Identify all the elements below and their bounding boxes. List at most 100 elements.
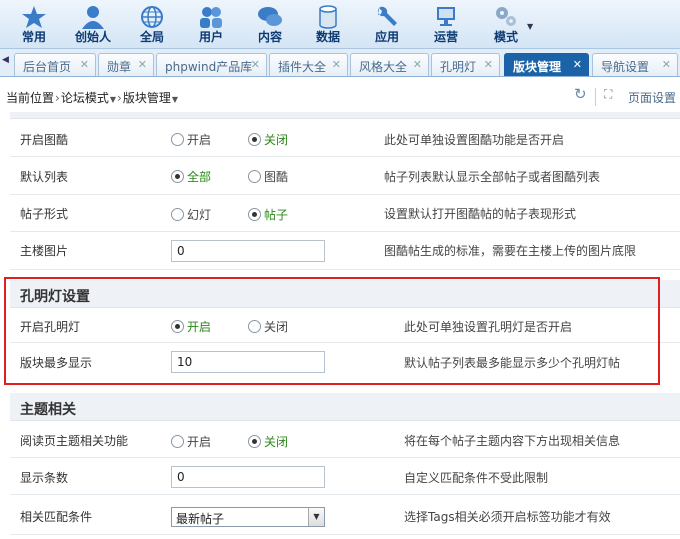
close-icon[interactable]: ✕ (332, 58, 341, 71)
tab-forum-management[interactable]: 版块管理 ✕ (504, 53, 589, 76)
chevron-down-icon[interactable]: ▼ (308, 508, 324, 526)
row-description: 将在每个帖子主题内容下方出现相关信息 (404, 434, 621, 448)
tab-label: phpwind产品库 (165, 60, 253, 74)
close-icon[interactable]: ✕ (662, 58, 671, 71)
nav-users[interactable]: 用户 (185, 3, 237, 47)
radio-dot (248, 170, 261, 183)
radio-dot (171, 208, 184, 221)
radio-post-form-slide[interactable]: 幻灯 (171, 206, 211, 223)
nav-users-label: 用户 (198, 30, 223, 44)
user-icon (82, 6, 104, 29)
radio-dot (248, 320, 261, 333)
radio-default-list-all[interactable]: 全部 (171, 168, 211, 185)
row-description: 默认帖子列表最多能显示多少个孔明灯帖 (404, 356, 621, 370)
nav-global-label: 全局 (139, 30, 164, 44)
refresh-icon[interactable]: ↻ (574, 85, 587, 105)
row-kongming-max: 版块最多显示 默认帖子列表最多能显示多少个孔明灯帖 (10, 343, 680, 379)
radio-label: 全部 (187, 170, 212, 184)
radio-dot (248, 208, 261, 221)
row-default-list: 默认列表 全部 图酷 帖子列表默认显示全部帖子或者图酷列表 (10, 157, 680, 195)
toolbar-divider (595, 88, 596, 106)
breadcrumb-separator: › (117, 91, 122, 105)
tab-bar: ◀ 后台首页 ✕ 勋章 ✕ phpwind产品库 ✕ 插件大全 ✕ 风格大全 ✕ 孔明灯 ✕… (0, 49, 680, 77)
match-condition-select[interactable]: 最新帖子 ▼ (171, 507, 325, 527)
chevron-down-icon[interactable]: ▼ (110, 95, 116, 104)
radio-pic-enable-on[interactable]: 开启 (171, 131, 211, 148)
nav-apps[interactable]: 应用 (361, 3, 413, 47)
tab-styles[interactable]: 风格大全 ✕ (350, 53, 429, 76)
row-description: 图酷帖生成的标准，需要在主楼上传的图片底限 (384, 244, 637, 258)
tab-medal[interactable]: 勋章 ✕ (98, 53, 154, 76)
tab-scroll-left-icon[interactable]: ◀ (2, 55, 12, 71)
nav-founder[interactable]: 创始人 (67, 3, 119, 47)
radio-label: 帖子 (264, 208, 289, 222)
radio-label: 关闭 (264, 435, 289, 449)
nav-content[interactable]: 内容 (244, 3, 296, 47)
wrench-icon (377, 6, 397, 26)
row-display-count: 显示条数 自定义匹配条件不受此限制 (10, 458, 680, 495)
radio-label: 开启 (187, 133, 212, 147)
tab-kongming[interactable]: 孔明灯 ✕ (431, 53, 500, 76)
chevron-down-icon[interactable]: ▼ (172, 95, 178, 104)
radio-label: 关闭 (264, 133, 289, 147)
nav-apps-label: 应用 (374, 30, 399, 44)
radio-dot (248, 133, 261, 146)
radio-default-list-pic[interactable]: 图酷 (248, 168, 288, 185)
breadcrumb-bar: 当前位置›论坛模式▼›版块管理▼ ↻ ⛶ 页面设置 (0, 78, 680, 112)
row-description: 设置默认打开图酷帖的帖子表现形式 (384, 207, 577, 221)
row-pic-enable: 开启图酷 开启 关闭 此处可单独设置图酷功能是否开启 (10, 119, 680, 157)
nav-operations-label: 运营 (433, 30, 458, 44)
section-header-kongming: 孔明灯设置 (10, 280, 680, 308)
breadcrumb-item-forum-mode[interactable]: 论坛模式 (61, 91, 109, 105)
radio-label: 图酷 (264, 170, 289, 184)
row-description: 此处可单独设置图酷功能是否开启 (384, 133, 565, 147)
radio-kongming-on[interactable]: 开启 (171, 318, 211, 335)
nav-data[interactable]: 数据 (302, 3, 354, 47)
nav-common-label: 常用 (21, 30, 46, 44)
close-icon[interactable]: ✕ (413, 58, 422, 71)
nav-common[interactable]: 常用 (8, 3, 60, 47)
section-title: 孔明灯设置 (20, 289, 90, 305)
nav-founder-label: 创始人 (74, 30, 111, 44)
close-icon[interactable]: ✕ (138, 58, 147, 71)
radio-pic-enable-off[interactable]: 关闭 (248, 131, 288, 148)
radio-kongming-off[interactable]: 关闭 (248, 318, 288, 335)
page-settings-button[interactable]: 页面设置 (628, 89, 676, 109)
close-icon[interactable]: ✕ (251, 58, 260, 71)
radio-dot (171, 320, 184, 333)
radio-read-related-on[interactable]: 开启 (171, 433, 211, 450)
close-icon[interactable]: ✕ (80, 58, 89, 71)
row-description: 选择Tags相关必须开启标签功能才有效 (404, 510, 611, 524)
breadcrumb: 当前位置›论坛模式▼›版块管理▼ (6, 89, 178, 106)
kongming-max-input[interactable] (171, 351, 325, 373)
radio-dot (171, 133, 184, 146)
main-pic-input[interactable] (171, 240, 325, 262)
section-title: 主题相关 (20, 402, 76, 418)
close-icon[interactable]: ✕ (573, 58, 582, 71)
nav-data-label: 数据 (315, 30, 340, 44)
radio-label: 开启 (187, 435, 212, 449)
fullscreen-icon[interactable]: ⛶ (604, 87, 612, 107)
chevron-down-icon[interactable]: ▼ (527, 22, 533, 31)
nav-operations[interactable]: 运营 (420, 3, 472, 47)
globe-icon (141, 6, 163, 28)
row-kongming-enable: 开启孔明灯 开启 关闭 此处可单独设置孔明灯是否开启 (10, 308, 680, 343)
radio-post-form-post[interactable]: 帖子 (248, 206, 288, 223)
tab-plugins[interactable]: 插件大全 ✕ (269, 53, 348, 76)
nav-mode[interactable]: 模式 (480, 3, 532, 47)
users-icon (200, 7, 222, 28)
row-read-related: 阅读页主题相关功能 开启 关闭 将在每个帖子主题内容下方出现相关信息 (10, 421, 680, 458)
row-label: 相关匹配条件 (20, 510, 93, 524)
database-icon (319, 5, 337, 29)
display-count-input[interactable] (171, 466, 325, 488)
close-icon[interactable]: ✕ (484, 58, 493, 71)
tab-home[interactable]: 后台首页 ✕ (14, 53, 96, 76)
settings-form: 开启图酷 开启 关闭 此处可单独设置图酷功能是否开启 默认列表 全部 图酷 帖子… (0, 112, 680, 539)
tab-product-library[interactable]: phpwind产品库 ✕ (156, 53, 267, 76)
breadcrumb-item-forum-management[interactable]: 版块管理 (123, 91, 171, 105)
tab-navigation-settings[interactable]: 导航设置 ✕ (592, 53, 678, 76)
nav-global[interactable]: 全局 (126, 3, 178, 47)
row-main-pic: 主楼图片 图酷帖生成的标准，需要在主楼上传的图片底限 (10, 232, 680, 270)
row-label: 帖子形式 (20, 207, 69, 221)
radio-read-related-off[interactable]: 关闭 (248, 433, 288, 450)
